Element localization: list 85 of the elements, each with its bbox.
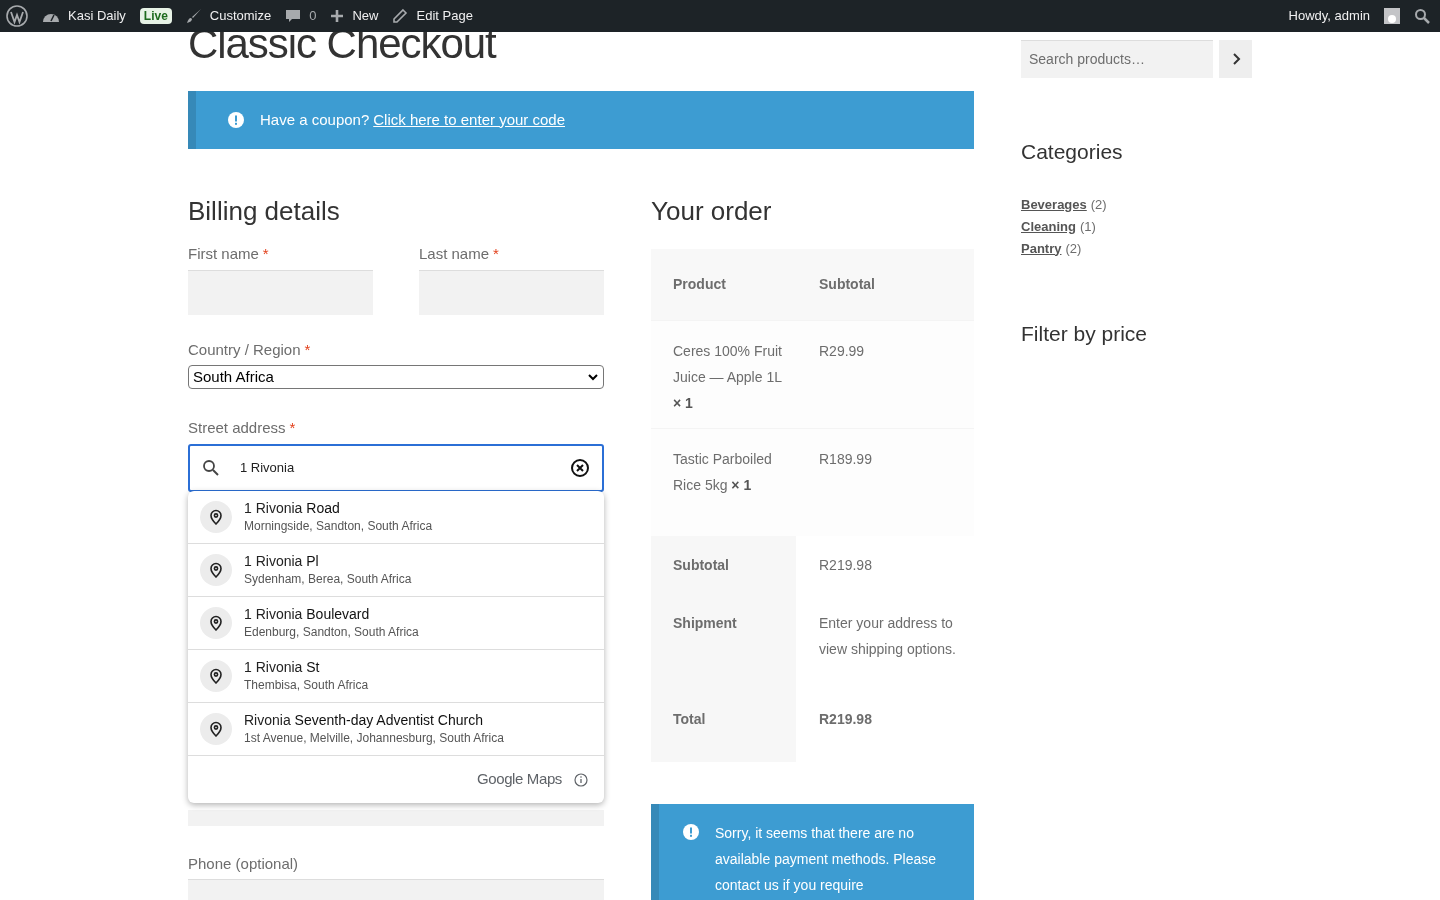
search-icon — [202, 458, 220, 477]
product-name: Tastic Parboiled Rice 5kg × 1 — [672, 450, 773, 495]
suggestion-item[interactable]: 1 Rivonia Pl Sydenham, Berea, South Africa — [188, 544, 604, 597]
field-label: Country / Region — [188, 339, 301, 360]
field-label: First name — [188, 244, 259, 264]
admin-bar-label[interactable]: 0 — [309, 6, 317, 26]
suggestion-subtitle: 1st Avenue, Melville, Johannesburg, South Africa — [244, 730, 504, 747]
admin-bar-label[interactable]: Edit Page — [416, 6, 473, 26]
location-pin-icon — [200, 660, 232, 692]
admin-bar-label[interactable]: Customize — [209, 6, 272, 26]
field-label: Last name — [419, 244, 490, 264]
category-count: (1) — [1079, 217, 1096, 236]
admin-bar-link[interactable]: Customize — [185, 6, 272, 26]
billing-heading: Billing details — [188, 195, 341, 227]
info-icon — [683, 824, 699, 840]
last-name-field[interactable] — [419, 269, 604, 315]
chevron-down-icon — [587, 373, 599, 381]
required-mark: * — [493, 244, 499, 264]
suggestion-item[interactable]: 1 Rivonia Boulevard Edenburg, Sandton, South Africa — [188, 597, 604, 650]
attribution-text: Google Maps — [476, 769, 562, 790]
search-field[interactable]: Search products… — [1021, 40, 1213, 78]
filter-heading: Filter by price — [1021, 320, 1149, 347]
site-name[interactable]: Kasi Daily — [68, 6, 126, 26]
search-submit-button[interactable] — [1219, 40, 1252, 78]
suggestion-subtitle: Edenburg, Sandton, South Africa — [244, 624, 419, 641]
order-heading: Your order — [651, 195, 773, 227]
admin-bar-link[interactable]: Edit Page — [392, 6, 473, 26]
category-link[interactable]: Cleaning — [1021, 215, 1076, 238]
suggestion-title: 1 Rivonia Road — [244, 499, 341, 517]
required-mark: * — [289, 418, 296, 438]
coupon-text: Have a coupon? — [260, 109, 370, 130]
clear-icon[interactable] — [570, 457, 590, 478]
product-name: Ceres 100% Fruit Juice — Apple 1L × 1 — [672, 342, 783, 411]
avatar-icon — [1384, 8, 1400, 24]
chevron-right-icon — [1230, 52, 1241, 66]
admin-bar-link[interactable]: 0 — [285, 6, 317, 26]
field-label: Street address — [188, 418, 286, 438]
location-pin-icon — [200, 713, 232, 745]
category-link[interactable]: Beverages — [1021, 193, 1087, 216]
wordpress-logo-icon[interactable] — [6, 5, 28, 27]
totals-label: Subtotal — [673, 556, 730, 575]
info-icon[interactable] — [574, 772, 588, 787]
suggestion-title: 1 Rivonia Pl — [244, 552, 320, 570]
product-price: R29.99 — [819, 342, 865, 361]
brush-icon — [185, 8, 202, 24]
totals-value: R219.98 — [819, 710, 873, 729]
category-link[interactable]: Pantry — [1021, 237, 1062, 260]
info-icon — [228, 112, 244, 128]
totals-label: Shipment — [673, 614, 738, 633]
category-count: (2) — [1065, 239, 1082, 258]
totals-value: R219.98 — [819, 556, 873, 575]
totals-value: Enter your address to view shipping options. — [819, 614, 957, 659]
plus-icon — [330, 9, 345, 23]
category-count: (2) — [1090, 195, 1107, 214]
column-header: Product — [672, 275, 727, 294]
first-name-field[interactable] — [188, 269, 373, 315]
product-price: R189.99 — [819, 450, 872, 469]
suggestion-subtitle: Morningside, Sandton, South Africa — [244, 518, 433, 535]
suggestion-title: Rivonia Seventh-day Adventist Church — [244, 711, 484, 729]
suggestion-subtitle: Thembisa, South Africa — [244, 677, 369, 694]
location-pin-icon — [200, 607, 232, 639]
suggestion-title: 1 Rivonia St — [244, 658, 321, 676]
suggestion-item[interactable]: Rivonia Seventh-day Adventist Church 1st Avenue, Melville, Johannesburg, South Africa — [188, 703, 604, 756]
location-pin-icon — [200, 554, 232, 586]
search-icon[interactable] — [1414, 8, 1430, 24]
required-mark: * — [304, 339, 311, 360]
pencil-icon — [392, 8, 409, 24]
payment-notice-text: Sorry, it seems that there are no available payment methods. Please contact us if you require — [715, 824, 938, 895]
categories-heading: Categories — [1021, 139, 1124, 165]
field-label: Phone (optional) — [188, 853, 299, 874]
suggestion-item[interactable]: 1 Rivonia Road Morningside, Sandton, South Africa — [188, 491, 604, 544]
suggestion-item[interactable]: 1 Rivonia St Thembisa, South Africa — [188, 650, 604, 703]
admin-bar-label[interactable]: New — [352, 6, 379, 26]
totals-label: Total — [673, 710, 707, 729]
column-header: Subtotal — [819, 275, 875, 294]
greeting-text[interactable]: Howdy, admin — [1288, 6, 1370, 26]
suggestion-subtitle: Sydenham, Berea, South Africa — [244, 571, 412, 588]
location-pin-icon — [200, 501, 232, 533]
live-badge: Live — [139, 8, 172, 24]
country-select[interactable]: South Africa — [188, 365, 604, 389]
site-name-link[interactable]: Kasi Daily — [42, 6, 126, 26]
required-mark: * — [262, 244, 269, 264]
admin-bar-link[interactable]: New — [330, 6, 379, 26]
comment-icon — [285, 8, 302, 24]
suggestion-title: 1 Rivonia Boulevard — [244, 605, 371, 623]
